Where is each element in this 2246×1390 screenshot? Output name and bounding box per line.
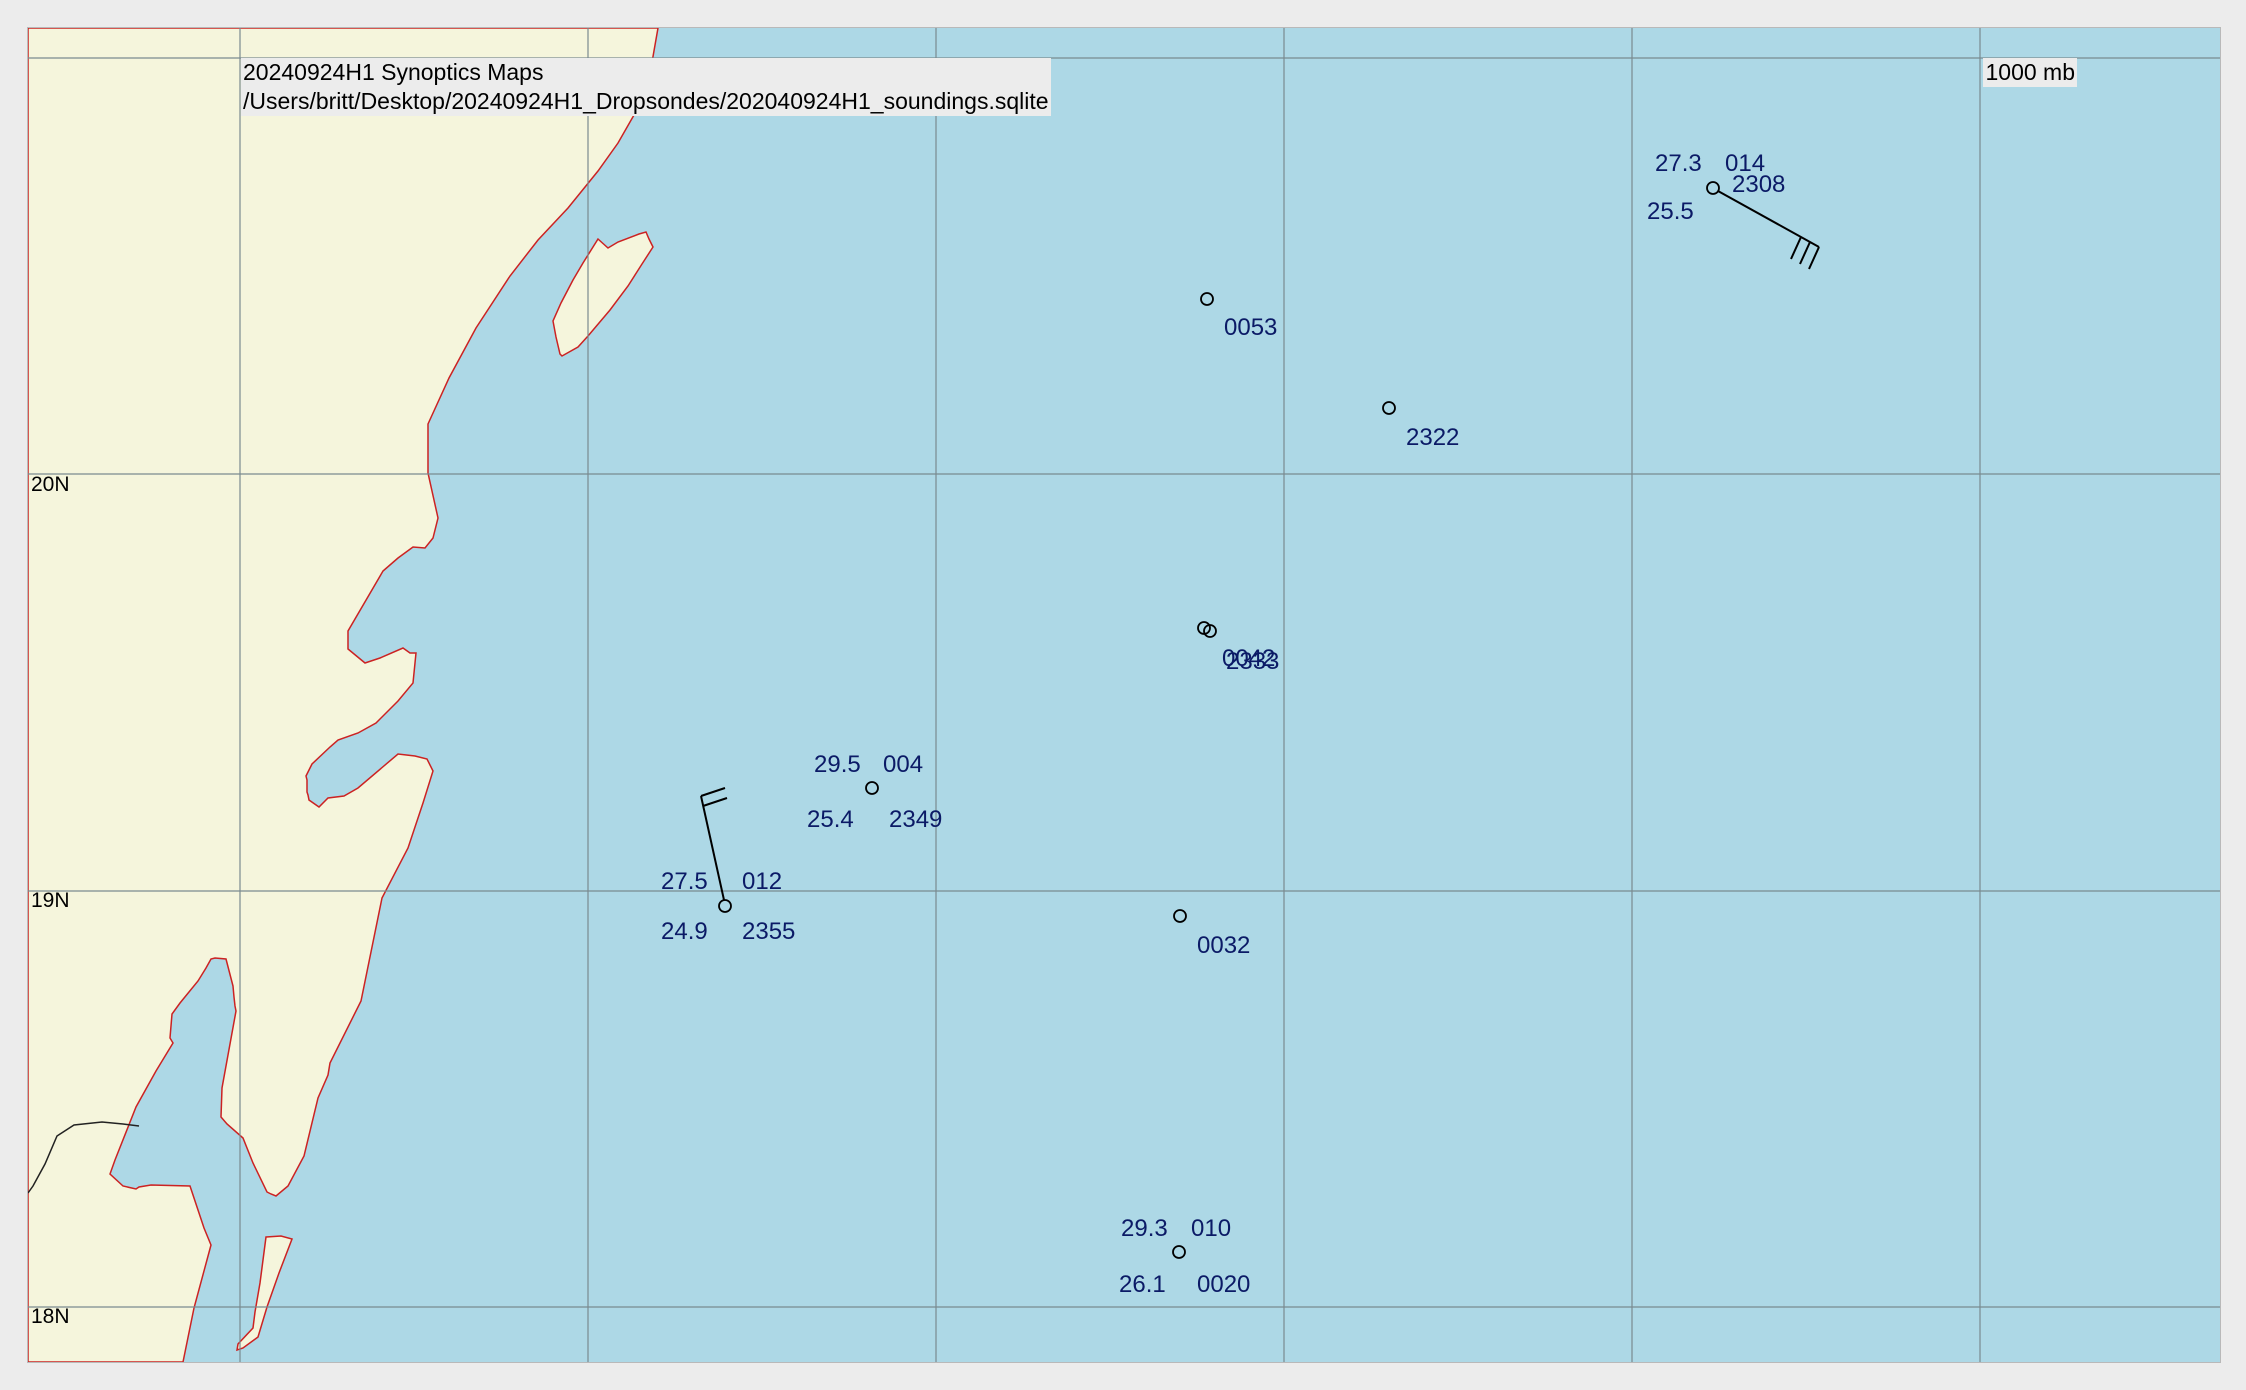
map-plot: 0053 2322 27.3 014 25.5 2308 0042 2333 2… bbox=[28, 28, 2220, 1362]
station-temp: 27.3 bbox=[1655, 150, 1702, 177]
station-temp: 29.5 bbox=[814, 751, 861, 778]
station-time: 2308 bbox=[1732, 171, 1785, 198]
station-dewpoint: 25.4 bbox=[807, 806, 854, 833]
station-dewpoint: 25.5 bbox=[1647, 198, 1694, 225]
station-pressure: 012 bbox=[742, 868, 782, 895]
latitude-label-19n: 19N bbox=[31, 889, 70, 912]
pressure-level-label: 1000 mb bbox=[1983, 58, 2077, 87]
map-title: 20240924H1 Synoptics Maps /Users/britt/D… bbox=[241, 58, 1051, 116]
latitude-label-18n: 18N bbox=[31, 1305, 70, 1328]
station-time: 0020 bbox=[1197, 1271, 1250, 1298]
map-canvas[interactable]: 0053 2322 27.3 014 25.5 2308 0042 2333 2… bbox=[27, 27, 2221, 1363]
station-time: 2355 bbox=[742, 918, 795, 945]
station-pressure: 004 bbox=[883, 751, 923, 778]
station-dewpoint: 24.9 bbox=[661, 918, 708, 945]
station-time: 2349 bbox=[889, 806, 942, 833]
station-time: 0032 bbox=[1197, 932, 1250, 959]
station-time: 0053 bbox=[1224, 314, 1277, 341]
station-time: 2333 bbox=[1226, 648, 1279, 675]
station-dewpoint: 26.1 bbox=[1119, 1271, 1166, 1298]
map-title-line2: /Users/britt/Desktop/20240924H1_Dropsond… bbox=[243, 88, 1049, 114]
station-pressure: 010 bbox=[1191, 1215, 1231, 1242]
map-title-line1: 20240924H1 Synoptics Maps bbox=[243, 59, 544, 85]
station-temp: 27.5 bbox=[661, 868, 708, 895]
station-temp: 29.3 bbox=[1121, 1215, 1168, 1242]
station-time: 2322 bbox=[1406, 424, 1459, 451]
latitude-label-20n: 20N bbox=[31, 473, 70, 496]
